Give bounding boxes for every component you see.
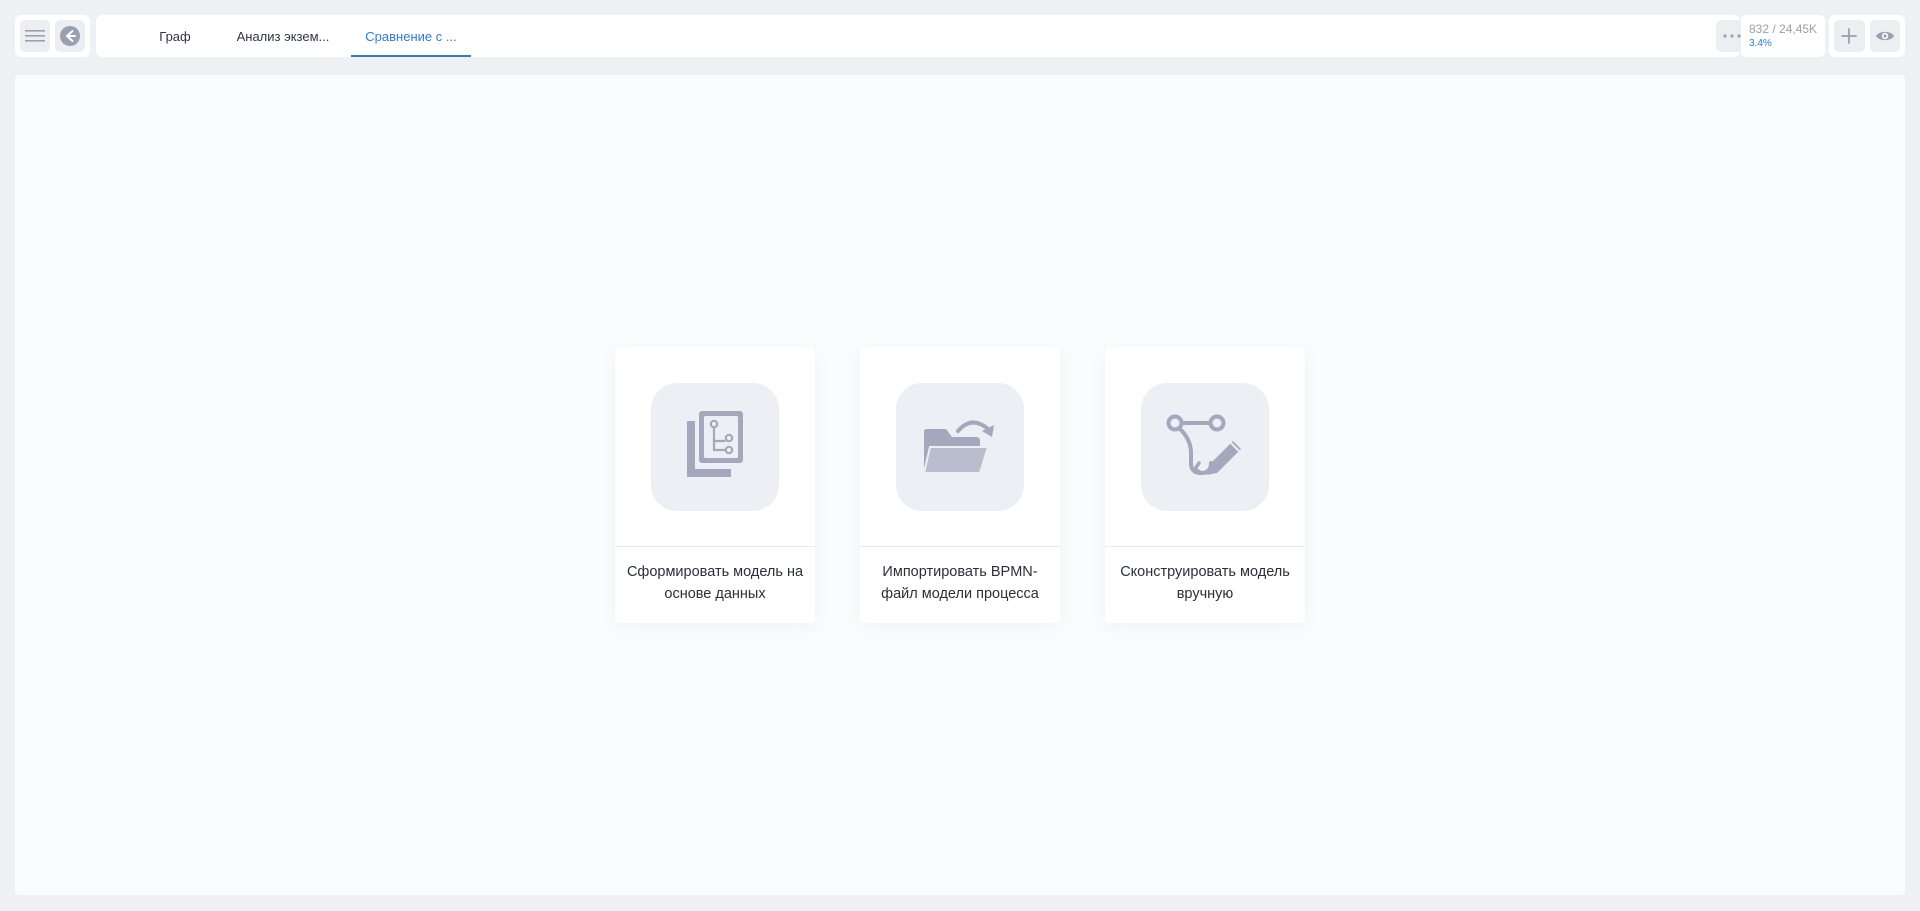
folder-import-icon [922, 420, 994, 474]
card-label: Импортировать BPMN-файл модели процесса [881, 564, 1039, 602]
import-bpmn-card[interactable]: Импортировать BPMN-файл модели процесса [860, 347, 1060, 623]
card-icon-container [651, 383, 779, 511]
tab-label: Сравнение с ... [365, 28, 457, 44]
eye-icon [1875, 31, 1894, 41]
events-counter: 832 / 24,45K 3.4% [1741, 15, 1825, 57]
tabs-bar: Граф Анализ экзем... Сравнение с ... [96, 15, 1748, 57]
model-options: Сформировать модель на основе данных Имп… [615, 347, 1315, 623]
menu-button[interactable] [20, 20, 50, 52]
top-bar: Граф Анализ экзем... Сравнение с ... 832… [15, 15, 1905, 57]
tab-analysis[interactable]: Анализ экзем... [218, 15, 348, 57]
card-label: Сконструировать модель вручную [1120, 564, 1290, 602]
card-label: Сформировать модель на основе данных [626, 564, 804, 602]
plus-icon [1841, 28, 1858, 44]
construct-model-manually-card[interactable]: Сконструировать модель вручную [1105, 347, 1305, 623]
add-button[interactable] [1834, 20, 1865, 52]
back-button[interactable] [55, 20, 85, 52]
tab-comparison[interactable]: Сравнение с ... [351, 15, 471, 57]
tab-graph[interactable]: Граф [132, 15, 218, 57]
card-divider [1105, 546, 1305, 547]
counter-value: 832 / 24,45K [1749, 22, 1818, 36]
tab-label: Анализ экзем... [236, 28, 330, 44]
data-model-icon [687, 411, 743, 477]
card-divider [615, 546, 815, 547]
menu-icon [25, 30, 45, 42]
main-panel: Сформировать модель на основе данных Имп… [15, 75, 1905, 895]
view-button[interactable] [1869, 20, 1900, 52]
manual-construct-icon [1166, 414, 1241, 476]
build-model-from-data-card[interactable]: Сформировать модель на основе данных [615, 347, 815, 623]
card-icon-container [896, 383, 1024, 511]
tab-label: Граф [159, 28, 191, 44]
card-icon-container [1141, 383, 1269, 511]
left-controls [15, 15, 90, 57]
right-controls [1829, 15, 1905, 57]
counter-percent: 3.4% [1749, 38, 1772, 49]
more-horizontal-icon [1723, 34, 1741, 38]
arrow-left-circle-icon [60, 26, 80, 46]
card-divider [860, 546, 1060, 547]
